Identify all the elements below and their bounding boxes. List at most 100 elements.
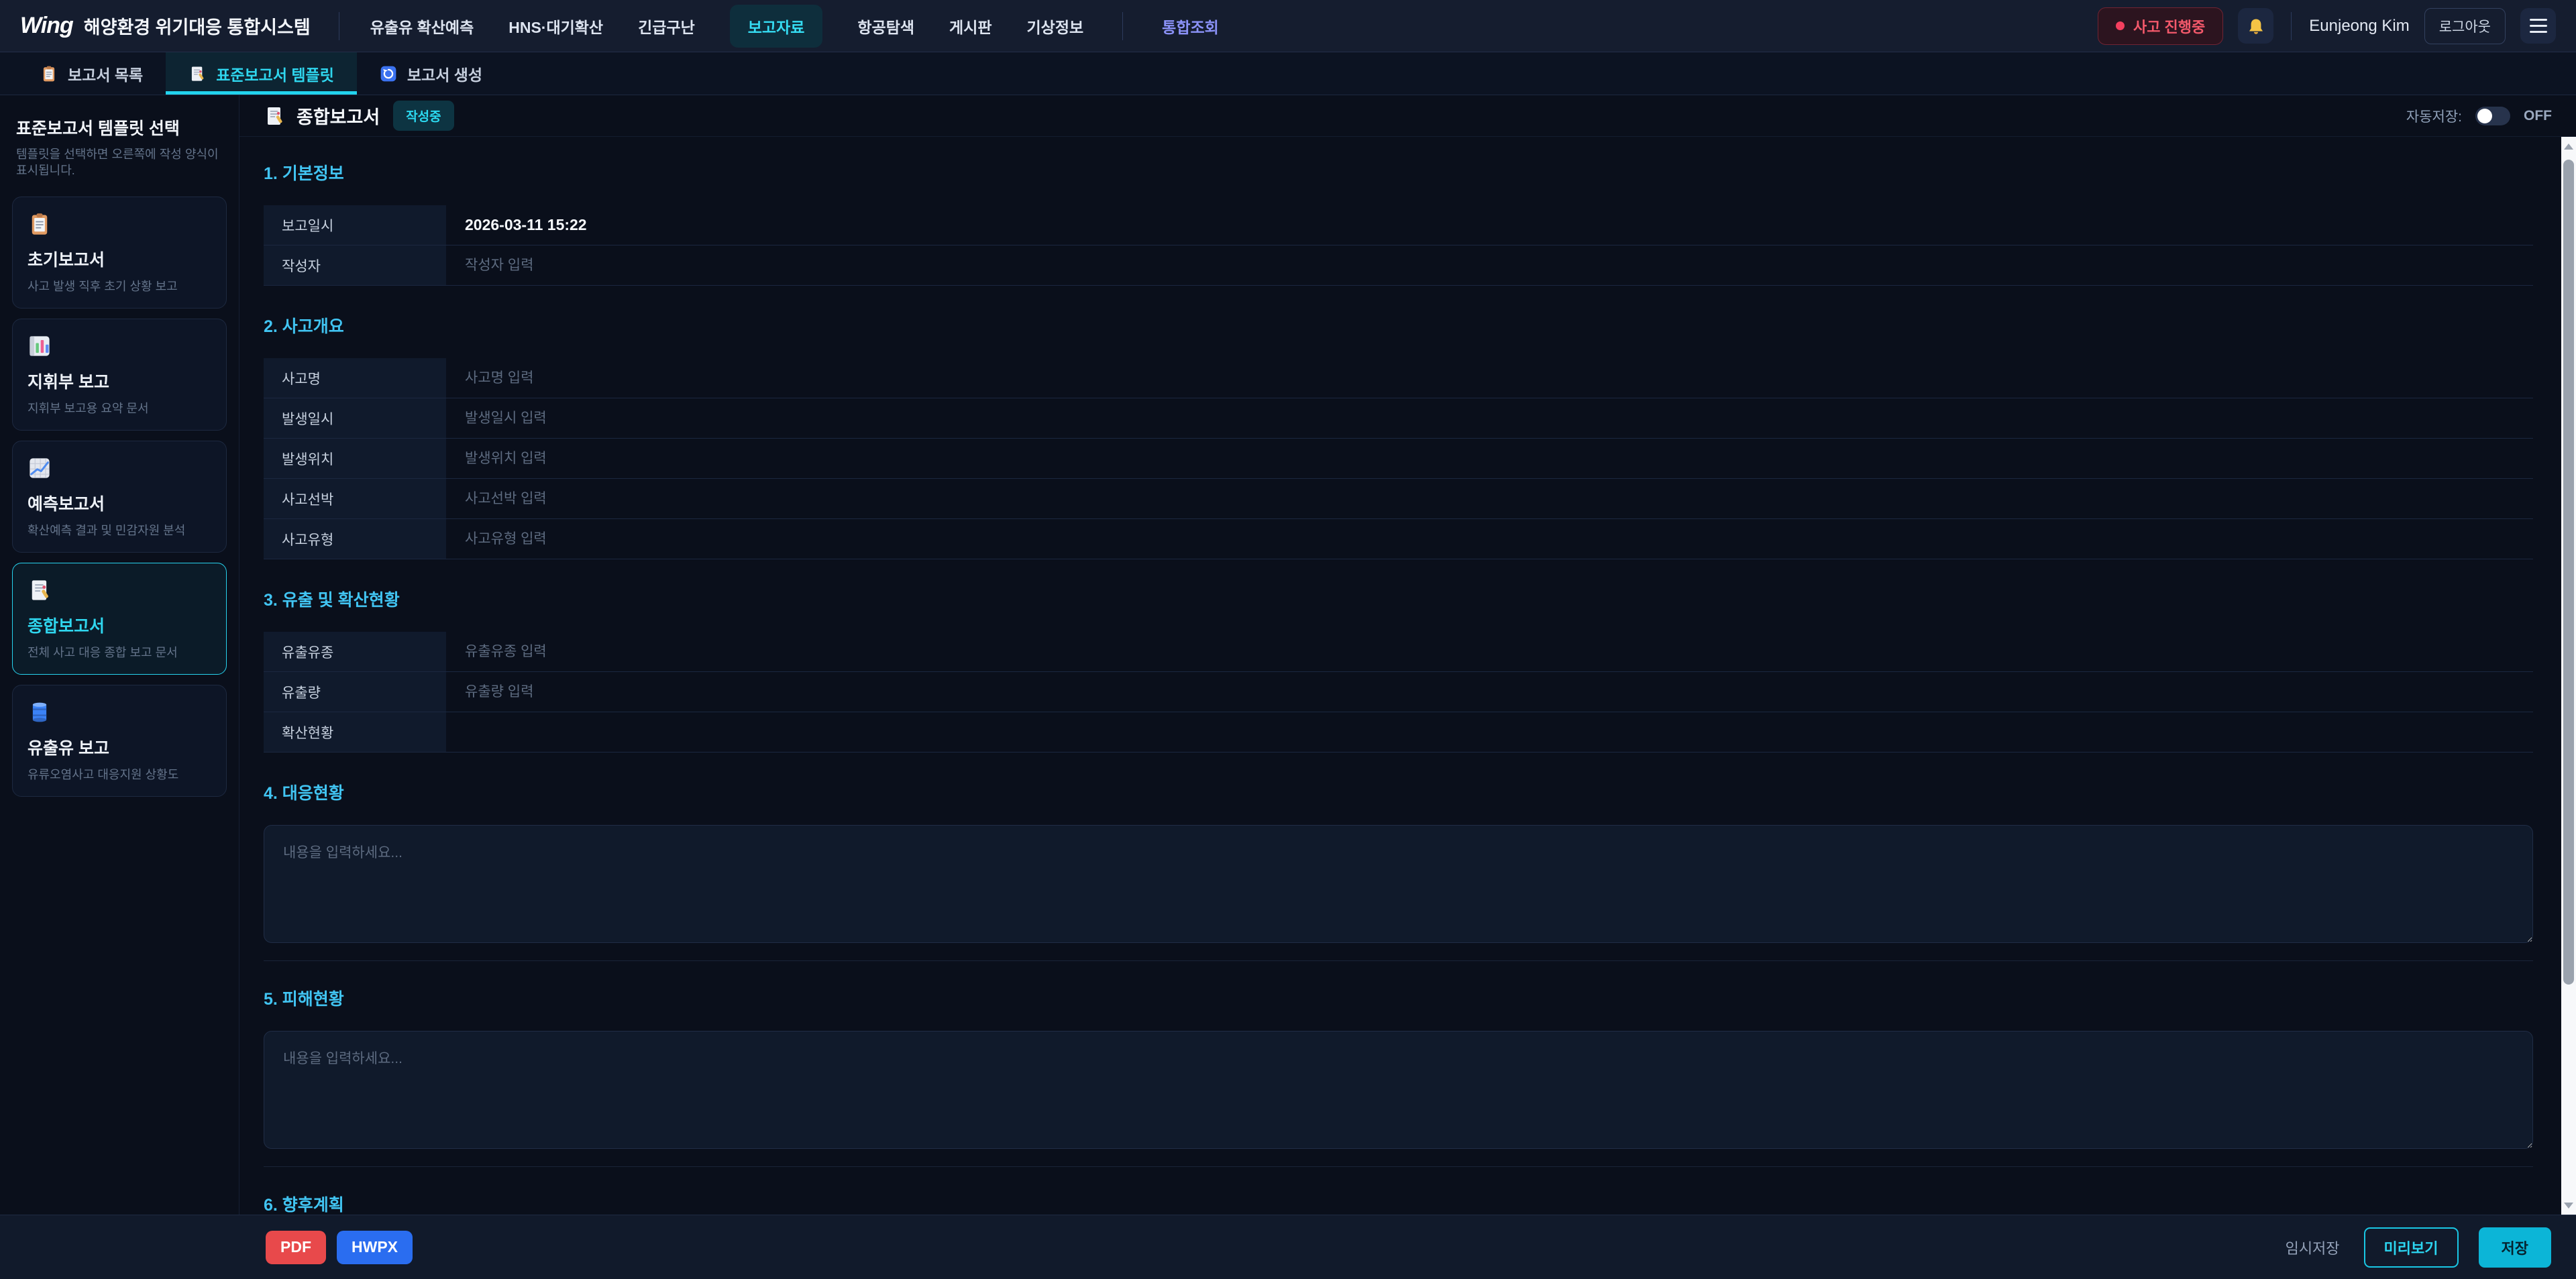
field-value-cell — [446, 712, 2533, 752]
field-input[interactable] — [465, 684, 2514, 700]
form-table: 사고명발생일시발생위치사고선박사고유형 — [264, 358, 2533, 559]
autosave-state: OFF — [2524, 108, 2552, 124]
template-card-desc: 사고 발생 직후 초기 상황 보고 — [28, 277, 211, 294]
field-value-cell — [446, 358, 2533, 398]
field-input[interactable] — [465, 216, 2514, 234]
template-card-desc: 전체 사고 대응 종합 보고 문서 — [28, 643, 211, 661]
section-divider — [264, 960, 2533, 961]
temp-save-button[interactable]: 임시저장 — [2282, 1236, 2344, 1259]
trend-chart-icon — [28, 456, 211, 480]
nav-item[interactable]: 게시판 — [949, 15, 991, 38]
section-heading: 4. 대응현황 — [264, 783, 2533, 803]
preview-button[interactable]: 미리보기 — [2364, 1227, 2459, 1268]
field-input[interactable] — [465, 258, 2514, 274]
field-input[interactable] — [465, 644, 2514, 660]
hamburger-icon — [2530, 19, 2547, 33]
app-window: Wing 해양환경 위기대응 통합시스템 유출유 확산예측HNS·대기확산긴급구… — [0, 0, 2576, 1279]
form-row: 작성자 — [264, 245, 2533, 286]
top-bar: Wing 해양환경 위기대응 통합시스템 유출유 확산예측HNS·대기확산긴급구… — [0, 0, 2576, 52]
template-card[interactable]: 지휘부 보고지휘부 보고용 요약 문서 — [12, 319, 227, 431]
field-value-cell — [446, 519, 2533, 559]
form-row: 사고유형 — [264, 519, 2533, 559]
template-card-title: 초기보고서 — [28, 247, 211, 271]
incident-status-badge[interactable]: 사고 진행중 — [2098, 7, 2223, 45]
form-row: 보고일시 — [264, 205, 2533, 245]
section-textarea[interactable] — [264, 825, 2533, 943]
template-card-title: 지휘부 보고 — [28, 369, 211, 393]
logout-button[interactable]: 로그아웃 — [2424, 8, 2506, 44]
sidebar-subtitle: 템플릿을 선택하면 오른쪽에 작성 양식이 표시됩니다. — [16, 146, 223, 179]
report-tabbar: 보고서 목록 표준보고서 템플릿 보고서 생성 — [0, 52, 2576, 95]
tab[interactable]: 보고서 목록 — [17, 52, 166, 95]
nav-item[interactable]: 통합조회 — [1162, 15, 1219, 38]
field-input[interactable] — [465, 531, 2514, 547]
field-label: 작성자 — [264, 245, 446, 285]
clipboard-icon — [28, 212, 211, 236]
section-textarea[interactable] — [264, 1031, 2533, 1149]
field-label: 사고명 — [264, 358, 446, 398]
field-label: 사고유형 — [264, 519, 446, 559]
sidebar-title: 표준보고서 템플릿 선택 — [16, 115, 223, 140]
nav-item[interactable]: 긴급구난 — [638, 15, 695, 38]
field-input[interactable] — [465, 410, 2514, 427]
refresh-icon — [380, 65, 397, 82]
autosave-toggle[interactable] — [2475, 107, 2510, 125]
report-title: 종합보고서 — [297, 103, 380, 129]
field-value-cell — [446, 439, 2533, 478]
memo-icon — [264, 105, 285, 127]
field-label: 확산현황 — [264, 712, 446, 752]
scrollbar-thumb[interactable] — [2563, 160, 2574, 985]
template-card-desc: 지휘부 보고용 요약 문서 — [28, 399, 211, 416]
template-card[interactable]: 예측보고서확산예측 결과 및 민감자원 분석 — [12, 441, 227, 553]
tab-label: 보고서 생성 — [407, 62, 482, 85]
clipboard-icon — [40, 65, 58, 82]
scroll-down-arrow[interactable] — [2561, 1196, 2576, 1215]
export-pdf-button[interactable]: PDF — [266, 1231, 326, 1264]
scroll-up-arrow[interactable] — [2561, 137, 2576, 156]
toggle-knob — [2477, 109, 2492, 123]
template-card[interactable]: 종합보고서전체 사고 대응 종합 보고 문서 — [12, 563, 227, 675]
form-row: 발생일시 — [264, 398, 2533, 439]
notification-bell-button[interactable] — [2238, 8, 2273, 44]
nav-item[interactable]: 보고자료 — [730, 5, 823, 48]
form-row: 사고명 — [264, 358, 2533, 398]
form-row: 발생위치 — [264, 439, 2533, 479]
field-input[interactable] — [465, 724, 2514, 740]
menu-button[interactable] — [2520, 8, 2556, 44]
field-value-cell — [446, 672, 2533, 712]
field-input[interactable] — [465, 491, 2514, 507]
form-table: 보고일시작성자 — [264, 205, 2533, 286]
template-card[interactable]: 초기보고서사고 발생 직후 초기 상황 보고 — [12, 197, 227, 309]
field-label: 발생위치 — [264, 439, 446, 478]
nav-item[interactable]: 유출유 확산예측 — [370, 15, 474, 38]
section-divider — [264, 1166, 2533, 1167]
field-value-cell — [446, 479, 2533, 518]
field-label: 유출유종 — [264, 632, 446, 671]
tab[interactable]: 보고서 생성 — [357, 52, 505, 95]
report-form: 1. 기본정보보고일시작성자2. 사고개요사고명발생일시발생위치사고선박사고유형… — [239, 137, 2561, 1215]
nav-item[interactable]: 기상정보 — [1027, 15, 1084, 38]
vertical-scrollbar[interactable] — [2561, 137, 2576, 1215]
export-hwpx-button[interactable]: HWPX — [337, 1231, 413, 1264]
form-row: 유출량 — [264, 672, 2533, 712]
field-value-cell — [446, 205, 2533, 245]
nav-item[interactable]: HNS·대기확산 — [508, 15, 603, 38]
memo-icon — [189, 65, 206, 82]
main-nav: 유출유 확산예측 HNS·대기확산 긴급구난 보고자료 항공탐색 게시판 기상정보 통합조회 — [370, 5, 1219, 48]
field-label: 유출량 — [264, 672, 446, 712]
template-card[interactable]: 유출유 보고유류오염사고 대응지원 상황도 — [12, 685, 227, 797]
field-input[interactable] — [465, 370, 2514, 386]
incident-dot-icon — [2116, 21, 2125, 30]
autosave-label: 자동저장: — [2406, 106, 2462, 126]
nav-item[interactable]: 항공탐색 — [857, 15, 914, 38]
field-value-cell — [446, 398, 2533, 438]
report-header: 종합보고서 작성중 자동저장: OFF — [239, 95, 2576, 137]
form-row: 확산현황 — [264, 712, 2533, 753]
autosave-control: 자동저장: OFF — [2406, 106, 2552, 126]
oil-drum-icon — [28, 700, 211, 724]
tab-label: 보고서 목록 — [68, 62, 143, 85]
field-input[interactable] — [465, 451, 2514, 467]
section-heading: 1. 기본정보 — [264, 164, 2533, 184]
tab[interactable]: 표준보고서 템플릿 — [166, 52, 357, 95]
save-button[interactable]: 저장 — [2479, 1227, 2551, 1268]
